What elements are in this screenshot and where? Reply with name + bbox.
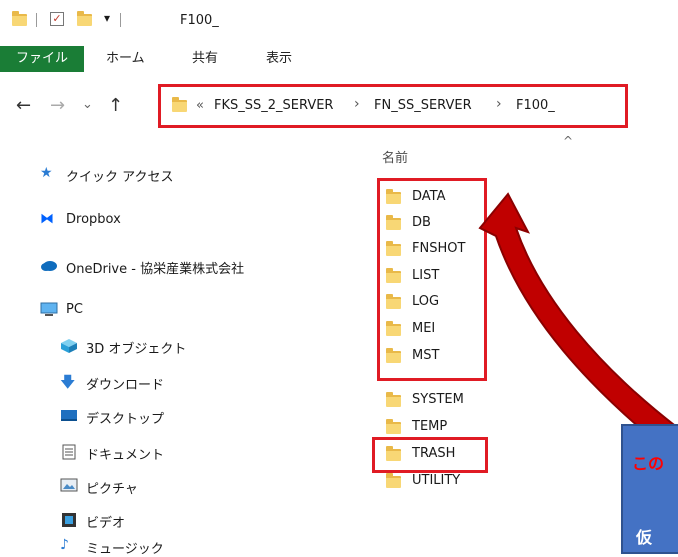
navigation-bar: ← → ⌄ ↑ « FKS_SS_2_SERVER › FN_SS_SERVER… xyxy=(0,84,678,128)
annotation-arrow xyxy=(478,192,678,450)
divider xyxy=(120,13,121,27)
breadcrumb-item[interactable]: FN_SS_SERVER xyxy=(374,98,472,113)
back-button[interactable]: ← xyxy=(16,95,31,116)
tab-view[interactable]: 表示 xyxy=(266,46,292,72)
folder-icon xyxy=(172,97,187,112)
tab-file[interactable]: ファイル xyxy=(0,46,84,72)
breadcrumb-item[interactable]: F100_ xyxy=(516,98,555,113)
cube-icon xyxy=(60,338,78,354)
folder-icon xyxy=(386,473,401,488)
divider xyxy=(36,13,37,27)
curved-arrow-shape xyxy=(478,192,678,450)
callout-text-line2: 仮 xyxy=(636,528,653,547)
chevron-right-icon[interactable]: › xyxy=(354,96,360,112)
sort-ascending-icon[interactable]: ^ xyxy=(563,134,573,148)
window-title: F100_ xyxy=(180,13,219,28)
video-icon xyxy=(60,512,78,528)
address-bar[interactable]: « FKS_SS_2_SERVER › FN_SS_SERVER › F100_ xyxy=(166,90,620,120)
navigation-pane: ★ クイック アクセス ⧓ Dropbox OneDrive - 協栄産業株式会… xyxy=(40,165,245,557)
cloud-icon xyxy=(40,258,58,274)
tab-share[interactable]: 共有 xyxy=(192,46,218,72)
recent-locations-button[interactable]: ⌄ xyxy=(82,97,93,112)
pc-icon xyxy=(40,302,58,318)
folder-icon xyxy=(386,419,401,434)
dropbox-icon: ⧓ xyxy=(40,211,54,227)
chevron-right-icon[interactable]: › xyxy=(496,96,502,112)
ribbon: ファイル ホーム 共有 表示 xyxy=(0,46,678,74)
tab-home[interactable]: ホーム xyxy=(106,46,145,72)
column-header-name[interactable]: 名前 xyxy=(382,147,408,166)
desktop-icon xyxy=(60,408,78,424)
picture-icon xyxy=(60,478,78,494)
breadcrumb-item[interactable]: FKS_SS_2_SERVER xyxy=(214,98,333,113)
callout-text-line1: この xyxy=(632,454,665,473)
quick-access-toolbar-dropdown[interactable]: ▾ xyxy=(104,11,110,25)
properties-icon[interactable]: ✓ xyxy=(50,12,64,26)
music-icon: ♪ xyxy=(60,537,69,553)
folder-icon xyxy=(386,392,401,407)
document-icon xyxy=(60,444,78,460)
star-icon: ★ xyxy=(40,165,53,181)
folder-icon xyxy=(12,11,27,26)
up-button[interactable]: ↑ xyxy=(108,95,123,116)
forward-button[interactable]: → xyxy=(50,95,65,116)
download-icon: 🡇 xyxy=(60,373,76,391)
title-bar: ✓ ▾ F100_ xyxy=(0,0,678,40)
breadcrumb-overflow-button[interactable]: « xyxy=(196,98,204,113)
new-folder-icon[interactable] xyxy=(77,11,92,26)
